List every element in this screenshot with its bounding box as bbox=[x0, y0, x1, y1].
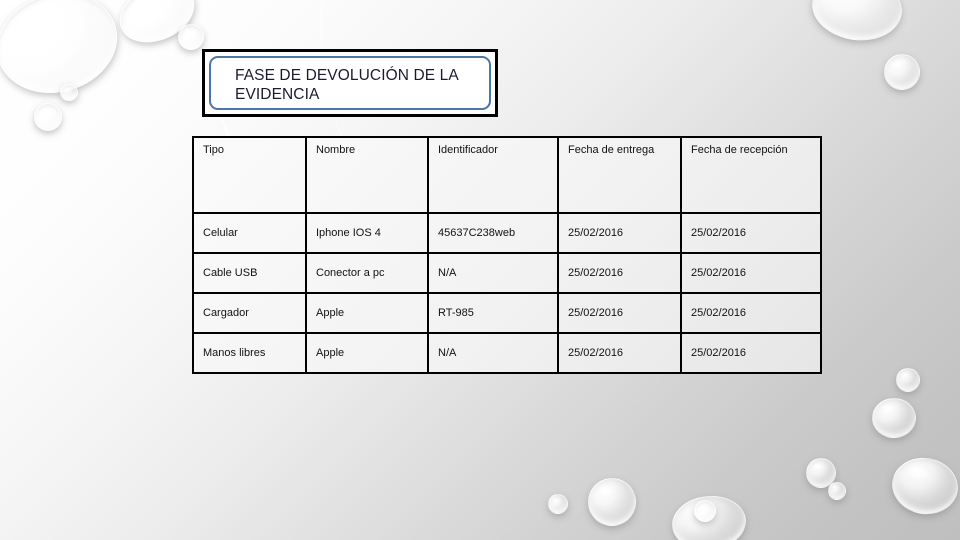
water-droplet bbox=[178, 24, 204, 50]
water-droplet bbox=[34, 103, 62, 131]
cell-nombre: Apple bbox=[305, 292, 429, 334]
column-header-fecha-entrega: Fecha de entrega bbox=[557, 136, 682, 214]
water-droplet bbox=[872, 398, 916, 438]
water-droplet bbox=[807, 0, 907, 46]
cell-tipo: Manos libres bbox=[192, 332, 307, 374]
cell-fecha-recepcion: 25/02/2016 bbox=[680, 252, 822, 294]
water-droplet bbox=[887, 452, 960, 520]
water-droplet bbox=[60, 84, 78, 101]
table-row: Celular Iphone IOS 4 45637C238web 25/02/… bbox=[192, 212, 822, 254]
cell-identificador: RT-985 bbox=[427, 292, 559, 334]
cell-tipo: Cargador bbox=[192, 292, 307, 334]
column-header-fecha-recepcion: Fecha de recepción bbox=[680, 136, 822, 214]
cell-fecha-recepcion: 25/02/2016 bbox=[680, 292, 822, 334]
cell-fecha-recepcion: 25/02/2016 bbox=[680, 332, 822, 374]
cell-nombre: Iphone IOS 4 bbox=[305, 212, 429, 254]
title-box: FASE DE DEVOLUCIÓN DE LA EVIDENCIA bbox=[202, 49, 498, 117]
water-droplet bbox=[828, 482, 846, 500]
cell-fecha-entrega: 25/02/2016 bbox=[557, 252, 682, 294]
table-row: Cable USB Conector a pc N/A 25/02/2016 2… bbox=[192, 252, 822, 294]
water-droplet bbox=[588, 478, 636, 526]
water-droplet bbox=[110, 0, 204, 54]
cell-identificador: 45637C238web bbox=[427, 212, 559, 254]
cell-fecha-entrega: 25/02/2016 bbox=[557, 212, 682, 254]
table-row: Manos libres Apple N/A 25/02/2016 25/02/… bbox=[192, 332, 822, 374]
column-header-identificador: Identificador bbox=[427, 136, 559, 214]
slide-canvas: FASE DE DEVOLUCIÓN DE LA EVIDENCIA Tipo … bbox=[0, 0, 960, 540]
slide-title: FASE DE DEVOLUCIÓN DE LA EVIDENCIA bbox=[235, 67, 459, 103]
water-droplet bbox=[0, 0, 130, 107]
cell-fecha-entrega: 25/02/2016 bbox=[557, 332, 682, 374]
cell-identificador: N/A bbox=[427, 332, 559, 374]
table-row: Cargador Apple RT-985 25/02/2016 25/02/2… bbox=[192, 292, 822, 334]
water-droplet bbox=[694, 500, 716, 522]
water-droplet bbox=[669, 492, 749, 540]
cell-identificador: N/A bbox=[427, 252, 559, 294]
cell-tipo: Cable USB bbox=[192, 252, 307, 294]
column-header-nombre: Nombre bbox=[305, 136, 429, 214]
water-droplet bbox=[896, 368, 920, 392]
water-droplet bbox=[884, 54, 920, 90]
cell-nombre: Conector a pc bbox=[305, 252, 429, 294]
water-droplet bbox=[806, 458, 836, 488]
cell-fecha-entrega: 25/02/2016 bbox=[557, 292, 682, 334]
column-header-tipo: Tipo bbox=[192, 136, 307, 214]
table-header-row: Tipo Nombre Identificador Fecha de entre… bbox=[192, 136, 822, 214]
cell-nombre: Apple bbox=[305, 332, 429, 374]
water-droplet bbox=[548, 494, 568, 514]
title-box-inner-border: FASE DE DEVOLUCIÓN DE LA EVIDENCIA bbox=[209, 56, 491, 110]
cell-fecha-recepcion: 25/02/2016 bbox=[680, 212, 822, 254]
cell-tipo: Celular bbox=[192, 212, 307, 254]
evidence-return-table: Tipo Nombre Identificador Fecha de entre… bbox=[192, 136, 822, 374]
